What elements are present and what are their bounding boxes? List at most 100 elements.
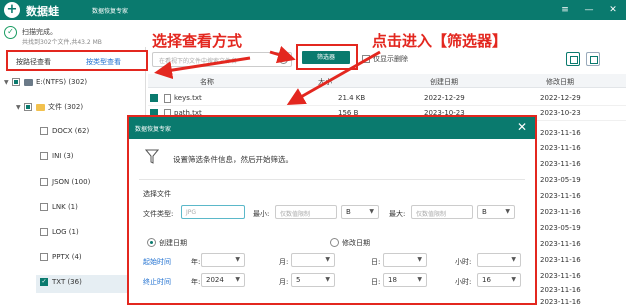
only-deleted-checkbox[interactable] bbox=[362, 55, 370, 63]
tab-by-type[interactable]: 按类型查看 bbox=[86, 57, 121, 67]
dialog-title: 数据恢复专家 bbox=[135, 126, 172, 133]
hour-label: 小时: bbox=[455, 278, 472, 286]
column-size[interactable]: 大小 bbox=[318, 77, 332, 87]
search-input[interactable]: 在看视下的文件中搜索文件名 bbox=[152, 52, 292, 67]
end-day-select[interactable]: 18 ▼ bbox=[383, 273, 427, 287]
max-size-input[interactable]: 仅数值限制 bbox=[411, 205, 473, 219]
file-type-input[interactable]: JPG bbox=[181, 205, 245, 219]
tree-checkbox[interactable] bbox=[40, 203, 48, 211]
row-modified-date: 2023-11-16 bbox=[540, 256, 581, 264]
tree-checkbox[interactable] bbox=[40, 253, 48, 261]
only-deleted-toggle[interactable]: 仅显示删除 bbox=[362, 54, 408, 64]
year-label: 年: bbox=[191, 258, 201, 266]
filter-button[interactable]: 筛选器 bbox=[302, 51, 350, 64]
min-size-label: 最小: bbox=[253, 210, 270, 218]
tree-label: 文件 (302) bbox=[48, 103, 84, 111]
annotation-view-mode: 选择查看方式 bbox=[152, 32, 243, 50]
menu-icon[interactable]: ≡ bbox=[556, 1, 574, 19]
min-size-input[interactable]: 仅数值限制 bbox=[275, 205, 337, 219]
table-row[interactable]: keys.txt 21.4 KB 2022-12-29 2022-12-29 bbox=[148, 91, 626, 106]
end-month-select[interactable]: 5 ▼ bbox=[291, 273, 335, 287]
file-type-label: 文件类型: bbox=[143, 210, 174, 218]
file-modified: 2022-12-29 bbox=[540, 94, 581, 102]
title-bar: + 数据蛙 数据恢复专家 ≡ — ✕ bbox=[0, 0, 626, 20]
tree-type-txt[interactable]: ✓ TXT (36) bbox=[36, 275, 130, 293]
column-name[interactable]: 名称 bbox=[200, 77, 214, 87]
chevron-down-icon[interactable]: ▼ bbox=[16, 104, 24, 111]
tree-label: DOCX (62) bbox=[52, 127, 90, 135]
chevron-down-icon[interactable]: ▼ bbox=[4, 79, 12, 86]
row-checkbox[interactable] bbox=[150, 94, 158, 102]
tree-checkbox[interactable] bbox=[40, 127, 48, 135]
tree-label: JSON (100) bbox=[52, 178, 91, 186]
list-view-icon[interactable] bbox=[586, 52, 600, 66]
tree-drive-e[interactable]: ▼ E:(NTFS) (302) bbox=[4, 78, 144, 96]
tree-checkbox[interactable] bbox=[40, 152, 48, 160]
dialog-title-bar: 数据恢复专家 ✕ bbox=[129, 117, 535, 139]
tree-folder-files[interactable]: ▼ 文件 (302) bbox=[16, 102, 144, 120]
tree-type-json[interactable]: JSON (100) bbox=[40, 178, 90, 196]
tree-type-lnk[interactable]: LNK (1) bbox=[40, 203, 78, 221]
tree-type-docx[interactable]: DOCX (62) bbox=[40, 127, 89, 145]
grid-view-icon[interactable] bbox=[566, 52, 580, 66]
column-modified[interactable]: 修改日期 bbox=[546, 77, 574, 87]
file-created: 2022-12-29 bbox=[424, 94, 465, 102]
end-year-select[interactable]: 2024 ▼ bbox=[201, 273, 245, 287]
tree-checkbox[interactable] bbox=[40, 178, 48, 186]
radio-modified-date[interactable] bbox=[330, 238, 339, 247]
end-hour-select[interactable]: 16 ▼ bbox=[477, 273, 521, 287]
file-modified: 2023-10-23 bbox=[540, 109, 581, 117]
annotation-filter: 点击进入【筛选器】 bbox=[372, 32, 508, 50]
tree-type-log[interactable]: LOG (1) bbox=[40, 228, 79, 246]
start-hour-select[interactable]: ▼ bbox=[477, 253, 521, 267]
tree-type-pptx[interactable]: PPTX (4) bbox=[40, 253, 82, 271]
month-label: 月: bbox=[279, 258, 289, 266]
divider bbox=[139, 179, 525, 180]
start-day-select[interactable]: ▼ bbox=[383, 253, 427, 267]
radio-created-label: 创建日期 bbox=[159, 239, 187, 247]
tree-checkbox[interactable] bbox=[12, 78, 20, 86]
tree-label: TXT (36) bbox=[52, 278, 82, 286]
radio-created-date[interactable] bbox=[147, 238, 156, 247]
max-unit-select[interactable]: B ▼ bbox=[477, 205, 515, 219]
min-unit-select[interactable]: B ▼ bbox=[341, 205, 379, 219]
tree-type-ini[interactable]: INI (3) bbox=[40, 152, 74, 170]
row-modified-date: 2023-05-19 bbox=[540, 176, 581, 184]
tree-checkbox[interactable] bbox=[40, 228, 48, 236]
minimize-button[interactable]: — bbox=[580, 1, 598, 19]
end-hour-value: 16 bbox=[482, 276, 491, 284]
row-modified-date: 2023-05-19 bbox=[540, 224, 581, 232]
only-deleted-label: 仅显示删除 bbox=[373, 55, 408, 63]
scan-status: 扫描完成。 bbox=[22, 28, 57, 36]
tab-by-path[interactable]: 按路径查看 bbox=[16, 57, 51, 67]
tree-label: INI (3) bbox=[52, 152, 74, 160]
column-created[interactable]: 创建日期 bbox=[430, 77, 458, 87]
row-modified-date: 2023-11-16 bbox=[540, 240, 581, 248]
start-month-select[interactable]: ▼ bbox=[291, 253, 335, 267]
dialog-description: 设置筛选条件信息，然后开始筛选。 bbox=[173, 155, 293, 164]
start-year-select[interactable]: ▼ bbox=[201, 253, 245, 267]
chevron-down-icon: ▼ bbox=[417, 276, 422, 283]
search-icon[interactable] bbox=[279, 55, 288, 64]
tree-checkbox[interactable] bbox=[24, 103, 32, 111]
app-name: 数据蛙 bbox=[26, 5, 59, 18]
app-subtitle: 数据恢复专家 bbox=[92, 8, 129, 15]
funnel-icon bbox=[145, 149, 159, 164]
chevron-down-icon: ▼ bbox=[235, 276, 240, 283]
sidebar: 按路径查看 按类型查看 ▼ E:(NTFS) (302) ▼ 文件 (302) DO… bbox=[0, 47, 148, 305]
dialog-close-button[interactable]: ✕ bbox=[517, 120, 527, 134]
tree-label: LOG (1) bbox=[52, 228, 79, 236]
chevron-down-icon: ▼ bbox=[417, 256, 422, 263]
day-label: 日: bbox=[371, 278, 381, 286]
search-placeholder: 在看视下的文件中搜索文件名 bbox=[159, 58, 238, 65]
year-label: 年: bbox=[191, 278, 201, 286]
row-modified-date: 2023-11-16 bbox=[540, 160, 581, 168]
tree-checkbox[interactable]: ✓ bbox=[40, 278, 48, 286]
close-button[interactable]: ✕ bbox=[604, 1, 622, 19]
text-file-icon bbox=[164, 94, 171, 103]
file-name: keys.txt bbox=[174, 94, 202, 102]
list-header: 名称 大小 创建日期 修改日期 bbox=[148, 74, 626, 88]
row-modified-date: 2023-11-16 bbox=[540, 129, 581, 137]
max-unit-value: B bbox=[482, 208, 487, 216]
file-size: 21.4 KB bbox=[338, 94, 366, 102]
